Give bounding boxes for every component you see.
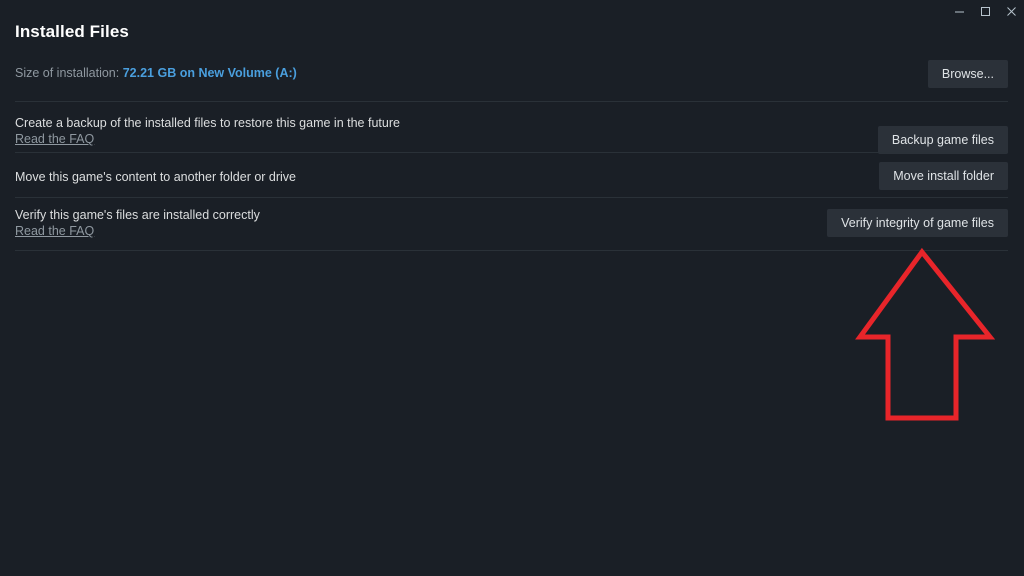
size-of-installation-label: Size of installation: <box>15 66 120 80</box>
verify-integrity-of-game-files-button[interactable]: Verify integrity of game files <box>827 209 1008 237</box>
separator <box>15 250 1008 251</box>
separator <box>15 197 1008 198</box>
backup-description: Create a backup of the installed files t… <box>15 116 400 130</box>
verify-read-the-faq-link[interactable]: Read the FAQ <box>15 224 260 239</box>
annotation-arrow <box>855 245 996 427</box>
backup-game-files-button[interactable]: Backup game files <box>877 126 1008 154</box>
minimize-icon <box>954 6 965 17</box>
move-row-text: Move this game's content to another fold… <box>15 170 296 185</box>
move-description: Move this game's content to another fold… <box>15 170 297 184</box>
backup-row-text: Create a backup of the installed files t… <box>15 116 400 147</box>
move-install-folder-button[interactable]: Move install folder <box>879 162 1008 190</box>
backup-read-the-faq-link[interactable]: Read the FAQ <box>15 132 400 147</box>
size-of-installation-value[interactable]: 72.21 GB on New Volume (A:) <box>123 66 297 80</box>
close-icon <box>1006 6 1017 17</box>
separator <box>15 101 1008 102</box>
separator <box>15 152 1008 153</box>
size-of-installation-row: Size of installation: 72.21 GB on New Vo… <box>15 66 297 80</box>
up-arrow-icon <box>855 247 996 421</box>
maximize-icon <box>980 6 991 17</box>
verify-description: Verify this game's files are installed c… <box>15 208 260 222</box>
window-titlebar <box>0 0 1024 22</box>
close-button[interactable] <box>998 0 1024 22</box>
maximize-button[interactable] <box>972 0 998 22</box>
minimize-button[interactable] <box>946 0 972 22</box>
page-title: Installed Files <box>15 22 129 41</box>
browse-button[interactable]: Browse... <box>927 60 1008 88</box>
verify-row-text: Verify this game's files are installed c… <box>15 208 260 239</box>
